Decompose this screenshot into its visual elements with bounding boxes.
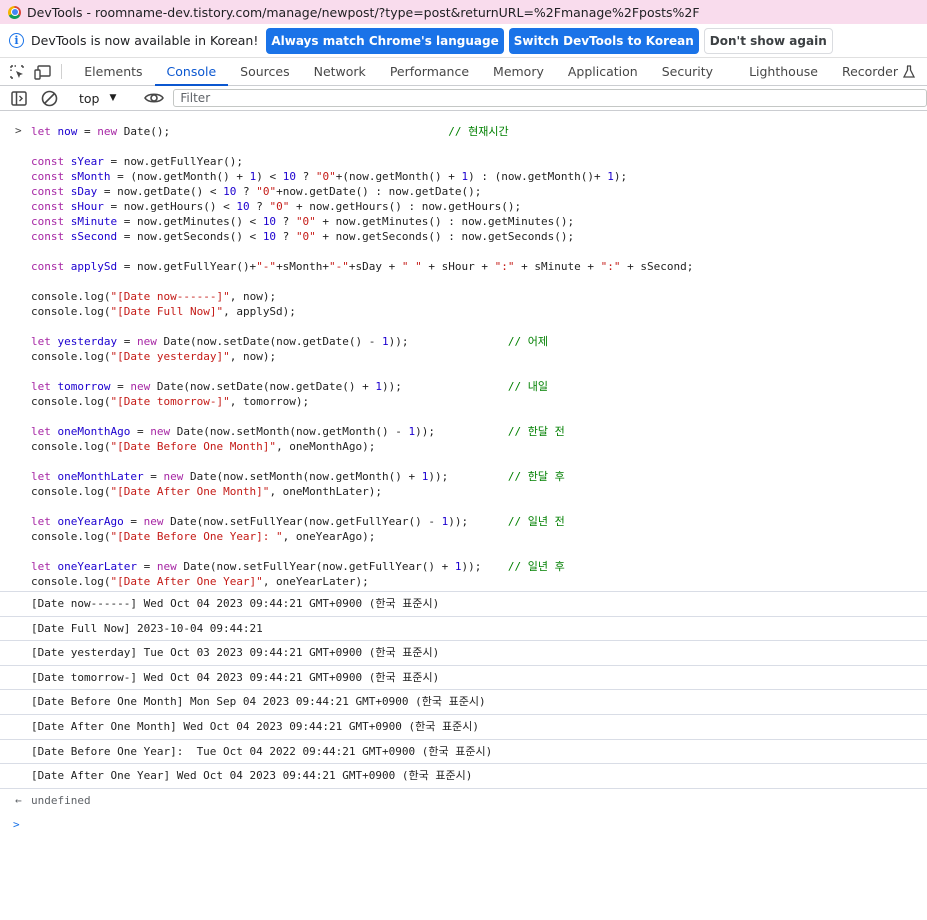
device-toolbar-icon[interactable] bbox=[30, 58, 56, 85]
tab-sources[interactable]: Sources bbox=[228, 58, 301, 85]
devtools-tabbar: Elements Console Sources Network Perform… bbox=[0, 58, 927, 86]
code-line: const sSecond = now.getSeconds() < 10 ? … bbox=[31, 230, 575, 243]
code-line: let oneYearLater = new Date(now.setFullY… bbox=[31, 560, 565, 573]
return-value-icon: ← bbox=[15, 793, 22, 807]
command-entry: > let now = new Date(); // 현재시간 const sYe… bbox=[0, 118, 927, 591]
prompt-chevron-icon: > bbox=[13, 817, 20, 831]
tab-console[interactable]: Console bbox=[154, 58, 229, 86]
result-value: undefined bbox=[31, 793, 91, 807]
info-icon: i bbox=[9, 33, 24, 48]
code-line: const applySd = now.getFullYear()+"-"+sM… bbox=[31, 260, 694, 273]
code-line: console.log("[Date now------]", now); bbox=[31, 290, 277, 303]
console-output: > let now = new Date(); // 현재시간 const sYe… bbox=[0, 118, 927, 920]
code-line: console.log("[Date Before One Month]", o… bbox=[31, 440, 376, 453]
console-toolbar: top ▼ bbox=[0, 86, 927, 111]
tab-application[interactable]: Application bbox=[556, 58, 650, 85]
code-line: const sHour = now.getHours() < 10 ? "0" … bbox=[31, 200, 522, 213]
code-line: console.log("[Date After One Year]", one… bbox=[31, 575, 369, 588]
code-line: let oneYearAgo = new Date(now.setFullYea… bbox=[31, 515, 565, 528]
flask-icon bbox=[902, 65, 915, 78]
tab-network[interactable]: Network bbox=[302, 58, 378, 85]
code-line: let now = new Date(); // 현재시간 bbox=[31, 125, 509, 138]
always-match-language-button[interactable]: Always match Chrome's language bbox=[266, 27, 504, 54]
code-block: let now = new Date(); // 현재시간 const sYear… bbox=[31, 124, 927, 589]
code-line: let yesterday = new Date(now.setDate(now… bbox=[31, 335, 548, 348]
context-selector[interactable]: top ▼ bbox=[79, 91, 116, 106]
log-message: [Date After One Year] Wed Oct 04 2023 09… bbox=[0, 763, 927, 788]
code-line: console.log("[Date Before One Year]: ", … bbox=[31, 530, 376, 543]
inspect-element-icon[interactable] bbox=[4, 58, 30, 85]
code-line: const sMinute = now.getMinutes() < 10 ? … bbox=[31, 215, 575, 228]
filter-input[interactable] bbox=[173, 89, 927, 107]
tab-recorder[interactable]: Recorder bbox=[830, 58, 927, 85]
console-prompt[interactable]: > bbox=[0, 813, 927, 837]
tab-elements[interactable]: Elements bbox=[72, 58, 154, 85]
log-message: [Date yesterday] Tue Oct 03 2023 09:44:2… bbox=[0, 640, 927, 665]
context-selector-value: top bbox=[79, 90, 100, 106]
log-message: [Date Full Now] 2023-10-04 09:44:21 bbox=[0, 615, 927, 641]
log-message: [Date Before One Month] Mon Sep 04 2023 … bbox=[0, 689, 927, 714]
live-expression-icon[interactable] bbox=[143, 91, 165, 105]
code-line: const sDay = now.getDate() < 10 ? "0"+no… bbox=[31, 185, 482, 198]
prompt-chevron-icon: > bbox=[15, 124, 22, 137]
code-line: let tomorrow = new Date(now.setDate(now.… bbox=[31, 380, 548, 393]
window-titlebar: DevTools - roomname-dev.tistory.com/mana… bbox=[0, 0, 927, 24]
dont-show-again-button[interactable]: Don't show again bbox=[703, 27, 833, 54]
log-list: [Date now------] Wed Oct 04 2023 09:44:2… bbox=[0, 591, 927, 788]
code-line: let oneMonthLater = new Date(now.setMont… bbox=[31, 470, 565, 483]
switch-to-korean-button[interactable]: Switch DevTools to Korean bbox=[508, 27, 699, 54]
toolbar-divider bbox=[61, 64, 63, 79]
code-line: let oneMonthAgo = new Date(now.setMonth(… bbox=[31, 425, 565, 438]
log-message: [Date After One Month] Wed Oct 04 2023 0… bbox=[0, 713, 927, 739]
tab-recorder-label: Recorder bbox=[841, 64, 898, 79]
code-line: console.log("[Date After One Month]", on… bbox=[31, 485, 383, 498]
chrome-logo-icon bbox=[8, 5, 21, 19]
log-message: [Date now------] Wed Oct 04 2023 09:44:2… bbox=[0, 591, 927, 616]
code-line: const sYear = now.getFullYear(); bbox=[31, 155, 243, 168]
tab-security[interactable]: Security bbox=[650, 58, 737, 85]
window-title: DevTools - roomname-dev.tistory.com/mana… bbox=[27, 4, 700, 20]
code-line: const sMonth = (now.getMonth() + 1) < 10… bbox=[31, 170, 628, 183]
tab-lighthouse[interactable]: Lighthouse bbox=[737, 58, 830, 85]
log-message: [Date Before One Year]: Tue Oct 04 2022 … bbox=[0, 738, 927, 764]
sidebar-toggle-icon[interactable] bbox=[8, 90, 30, 106]
code-line: console.log("[Date yesterday]", now); bbox=[31, 350, 277, 363]
clear-console-icon[interactable] bbox=[38, 90, 60, 107]
log-message: [Date tomorrow-] Wed Oct 04 2023 09:44:2… bbox=[0, 664, 927, 690]
tab-memory[interactable]: Memory bbox=[481, 58, 556, 85]
infobar-message: DevTools is now available in Korean! bbox=[31, 33, 259, 48]
language-infobar: i DevTools is now available in Korean! A… bbox=[0, 24, 927, 58]
chevron-down-icon: ▼ bbox=[109, 93, 117, 103]
result-row: ← undefined bbox=[0, 787, 927, 813]
code-line: console.log("[Date Full Now]", applySd); bbox=[31, 305, 296, 318]
tab-performance[interactable]: Performance bbox=[378, 58, 481, 85]
code-line: console.log("[Date tomorrow-]", tomorrow… bbox=[31, 395, 310, 408]
